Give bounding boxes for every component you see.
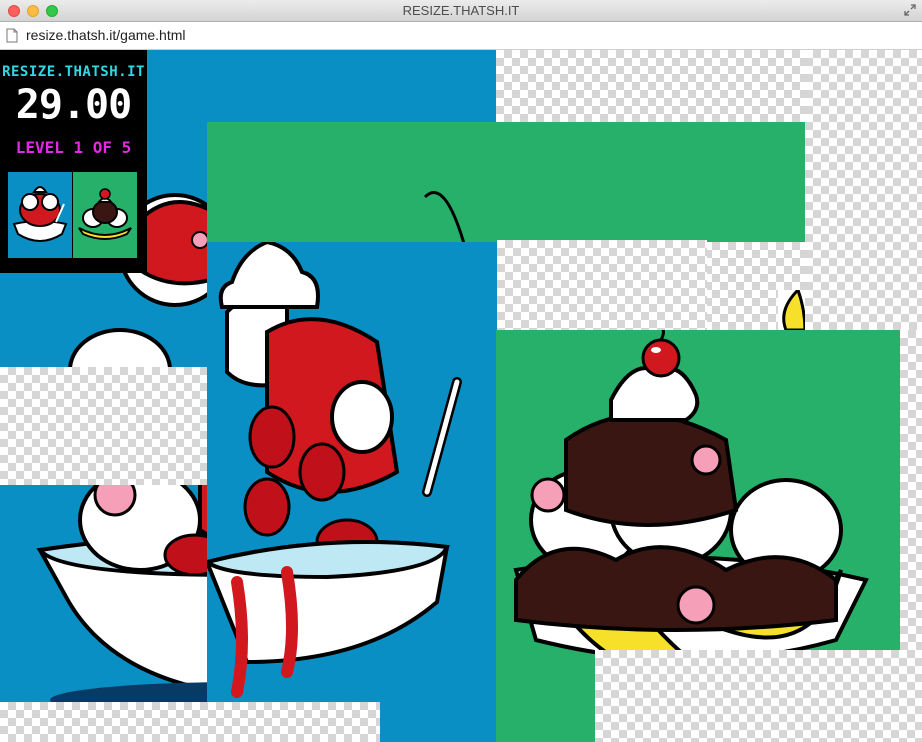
window-title: RESIZE.THATSH.IT	[402, 3, 520, 18]
url-text[interactable]: resize.thatsh.it/game.html	[26, 27, 186, 43]
site-title: RESIZE.THATSH.IT	[2, 64, 145, 80]
level-indicator: LEVEL 1 OF 5	[15, 138, 132, 157]
window-titlebar: RESIZE.THATSH.IT	[0, 0, 922, 22]
empty-slot	[0, 702, 380, 742]
resizable-tile-green-top[interactable]	[207, 122, 807, 242]
empty-slot	[0, 367, 207, 485]
page-icon	[6, 28, 18, 43]
resizable-tile-strawberry-front[interactable]	[207, 242, 497, 742]
banana-split-thumbnail	[73, 172, 137, 258]
empty-slot	[497, 240, 707, 330]
empty-slot	[496, 50, 706, 122]
fullscreen-icon[interactable]	[904, 4, 916, 16]
address-bar[interactable]: resize.thatsh.it/game.html	[0, 22, 922, 50]
empty-slot	[805, 50, 922, 330]
strawberry-sundae-thumbnail	[8, 172, 72, 258]
empty-slot	[900, 330, 922, 650]
strawberry-sundae-art	[207, 242, 462, 698]
empty-slot	[595, 650, 922, 742]
banana-peek	[778, 290, 805, 330]
cherry-stem-art	[423, 191, 466, 242]
hud-panel: RESIZE.THATSH.IT 29.00 LEVEL 1 OF 5	[0, 50, 147, 273]
timer: 29.00	[15, 82, 132, 128]
